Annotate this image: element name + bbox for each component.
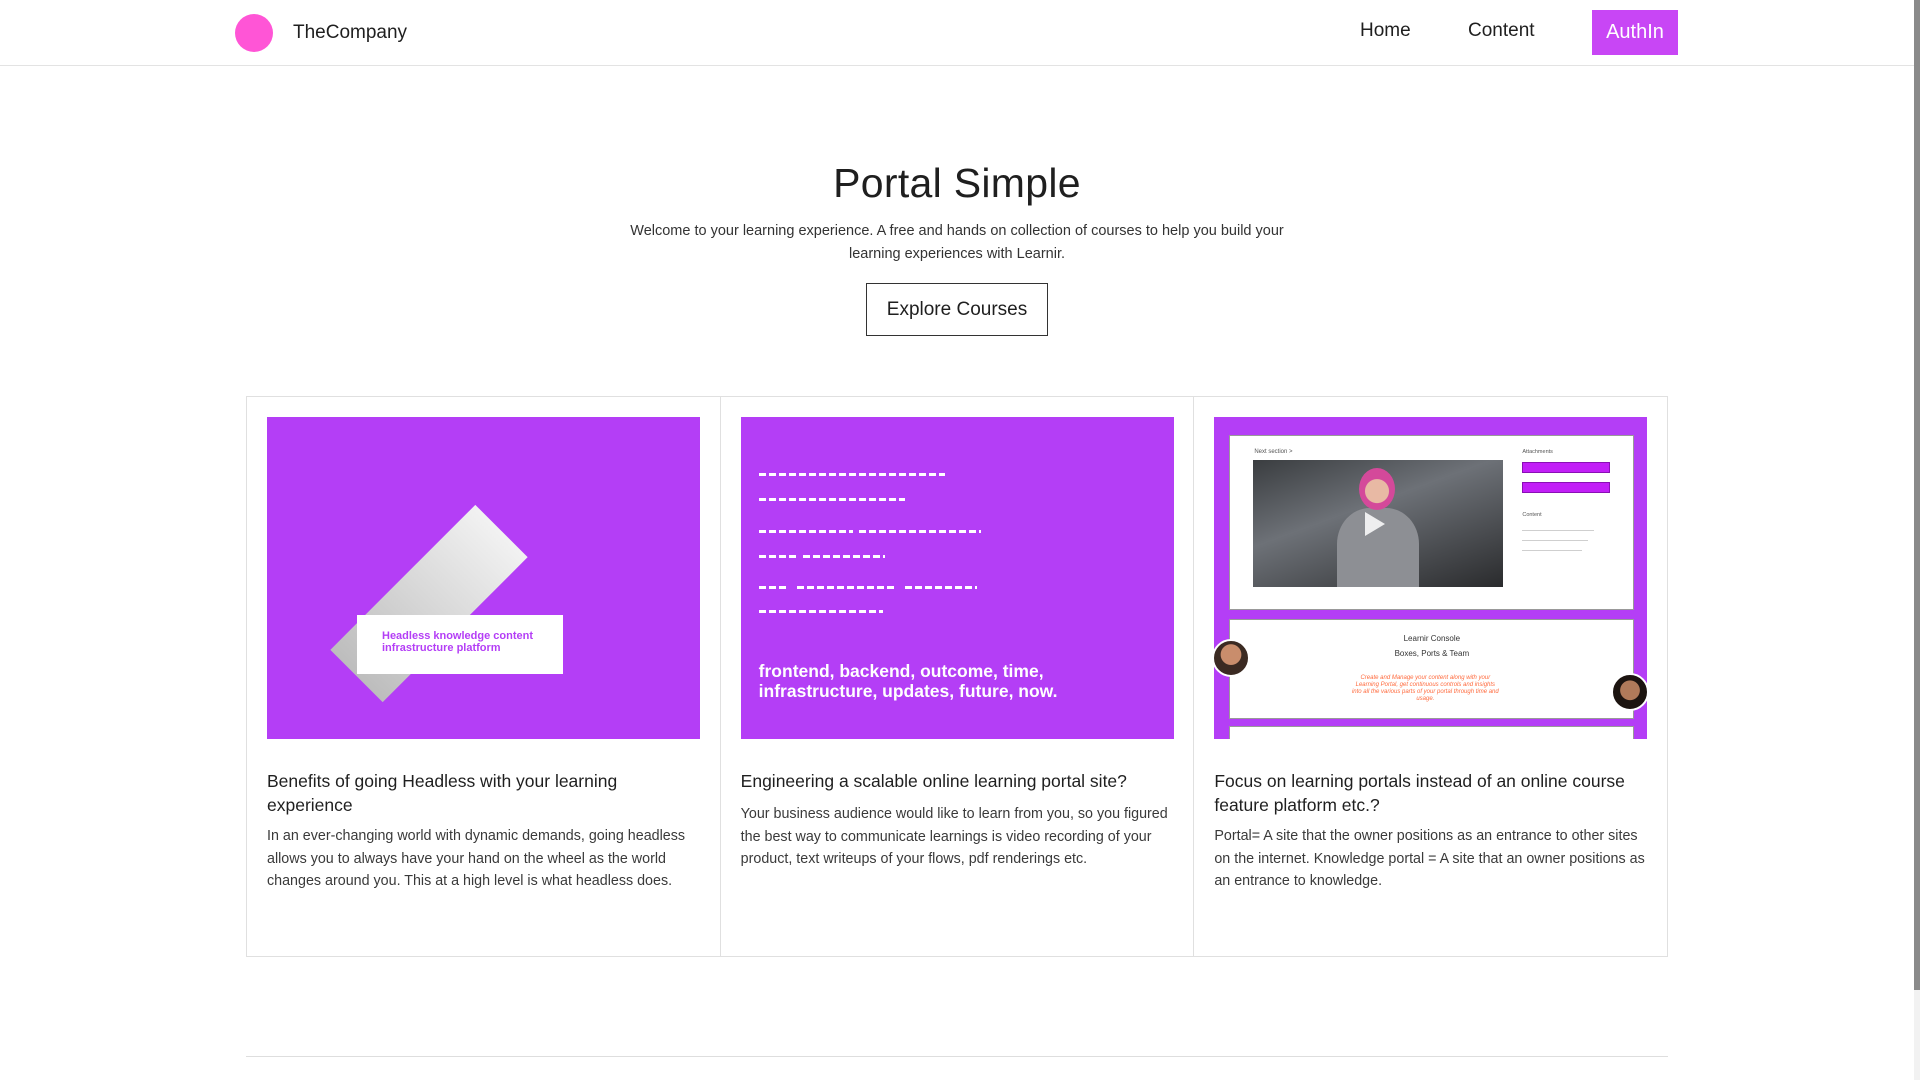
top-navbar: TheCompany Home Content AuthIn bbox=[0, 0, 1914, 66]
console-title: Learnir Console bbox=[1403, 634, 1461, 643]
attachment-bar bbox=[1522, 462, 1611, 473]
video-thumbnail bbox=[1253, 460, 1504, 587]
dash-line-graphic bbox=[858, 530, 981, 533]
scrollbar-thumb[interactable] bbox=[1914, 0, 1920, 990]
card-title[interactable]: Engineering a scalable online learning p… bbox=[741, 769, 1181, 793]
attachments-label: Attachments bbox=[1522, 449, 1553, 455]
card-image-headless: Headless knowledge content infrastructur… bbox=[267, 417, 700, 739]
card-image-label: Headless knowledge content infrastructur… bbox=[357, 615, 563, 674]
nav-content-link[interactable]: Content bbox=[1468, 20, 1535, 42]
dash-line-graphic bbox=[758, 610, 883, 613]
brand[interactable]: TheCompany bbox=[235, 14, 407, 52]
dash-line-graphic bbox=[802, 555, 885, 558]
auth-button[interactable]: AuthIn bbox=[1592, 10, 1678, 55]
content-line bbox=[1522, 550, 1583, 551]
console-description: Create and Manage your content along wit… bbox=[1351, 675, 1499, 702]
article-card-headless[interactable]: Headless knowledge content infrastructur… bbox=[247, 397, 720, 956]
footer-divider bbox=[246, 1056, 1668, 1057]
screenshot-top-panel: Next section > Attachments Content bbox=[1229, 435, 1635, 610]
screenshot-bottom-panel: Learnir Console Boxes, Ports & Team Crea… bbox=[1229, 619, 1635, 719]
dash-line-graphic bbox=[904, 586, 977, 589]
card-image-engineering: frontend, backend, outcome, time, infras… bbox=[740, 417, 1174, 739]
page-title: Portal Simple bbox=[833, 160, 1081, 206]
dash-line-graphic bbox=[758, 586, 789, 589]
card-title[interactable]: Benefits of going Headless with your lea… bbox=[267, 769, 707, 817]
article-card-portals[interactable]: Next section > Attachments Content Learn… bbox=[1193, 397, 1667, 956]
attachment-bar bbox=[1522, 482, 1611, 493]
play-icon bbox=[1365, 512, 1386, 536]
article-cards: Headless knowledge content infrastructur… bbox=[246, 396, 1668, 957]
card-image-keywords: frontend, backend, outcome, time, infras… bbox=[758, 661, 1058, 701]
content-label: Content bbox=[1522, 512, 1542, 518]
dash-line-graphic bbox=[796, 586, 897, 589]
card-excerpt: In an ever-changing world with dynamic d… bbox=[267, 828, 686, 889]
card-excerpt: Portal= A site that the owner positions … bbox=[1214, 828, 1645, 889]
brand-logo-icon bbox=[235, 14, 273, 52]
content-line bbox=[1522, 530, 1595, 531]
brand-name: TheCompany bbox=[293, 22, 408, 43]
dash-line-graphic bbox=[758, 498, 905, 501]
dash-line-graphic bbox=[758, 530, 853, 533]
article-card-engineering[interactable]: frontend, backend, outcome, time, infras… bbox=[719, 397, 1194, 956]
screenshot-strip bbox=[1229, 726, 1635, 739]
hero-subtitle: Welcome to your learning experience. A f… bbox=[630, 223, 1284, 262]
nav-home-link[interactable]: Home bbox=[1360, 20, 1411, 42]
dash-line-graphic bbox=[758, 473, 945, 476]
avatar bbox=[1611, 673, 1648, 711]
card-title[interactable]: Focus on learning portals instead of an … bbox=[1214, 769, 1654, 817]
card-image-portals: Next section > Attachments Content Learn… bbox=[1214, 417, 1648, 739]
explore-courses-button[interactable]: Explore Courses bbox=[866, 283, 1048, 336]
presenter-head bbox=[1359, 468, 1396, 510]
dash-line-graphic bbox=[758, 555, 797, 558]
next-section-label: Next section > bbox=[1254, 449, 1293, 455]
card-excerpt: Your business audience would like to lea… bbox=[740, 806, 1168, 867]
console-subtitle: Boxes, Ports & Team bbox=[1394, 649, 1470, 658]
content-line bbox=[1522, 540, 1589, 541]
